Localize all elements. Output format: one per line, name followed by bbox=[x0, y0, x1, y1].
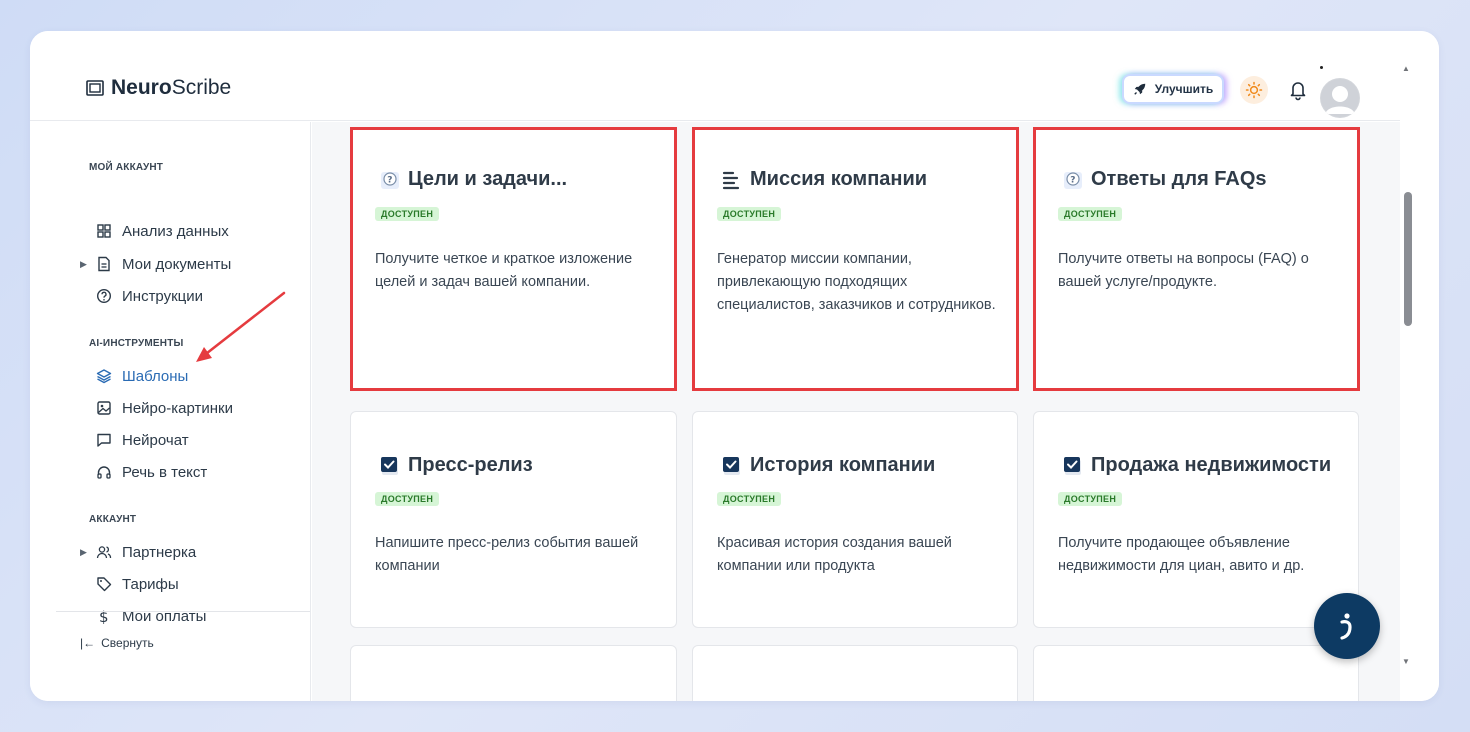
notification-dot bbox=[1320, 66, 1323, 69]
card-title: Ответы для FAQs bbox=[1091, 168, 1267, 190]
sidebar-item-label: Нейро-картинки bbox=[122, 399, 233, 417]
logo-icon bbox=[86, 80, 104, 96]
card-description: Получите четкое и краткое изложение целе… bbox=[375, 251, 633, 290]
grid-icon bbox=[97, 224, 111, 238]
section-my-account: МОЙ АККАУНТ bbox=[89, 162, 164, 173]
layers-icon bbox=[96, 369, 112, 384]
section-account: АККАУНТ bbox=[89, 514, 137, 525]
header: Neuro Scribe Улучшить bbox=[30, 31, 1400, 121]
scroll-down-icon[interactable]: ▼ bbox=[1402, 657, 1410, 666]
question-icon: ? bbox=[381, 171, 399, 189]
sidebar-item-label: Шаблоны bbox=[122, 367, 189, 385]
status-badge: ДОСТУПЕН bbox=[1058, 492, 1123, 506]
image-icon bbox=[97, 401, 111, 415]
card-description: Получите ответы на вопросы (FAQ) о вашей… bbox=[1058, 251, 1309, 290]
status-badge: ДОСТУПЕН bbox=[375, 492, 440, 506]
tag-icon bbox=[97, 577, 112, 592]
status-badge: ДОСТУПЕН bbox=[1058, 207, 1123, 221]
sidebar-item-label: Анализ данных bbox=[122, 222, 229, 240]
app-window: Neuro Scribe Улучшить МОЙ АККАУНТ Анализ… bbox=[30, 31, 1439, 701]
status-badge: ДОСТУПЕН bbox=[717, 492, 782, 506]
sidebar-item-instructions[interactable]: Инструкции bbox=[80, 285, 203, 307]
card-title: Миссия компании bbox=[750, 168, 928, 190]
scrollbar-track[interactable] bbox=[1400, 31, 1439, 701]
users-icon bbox=[96, 546, 112, 559]
template-card-mission[interactable]: Миссия компании ДОСТУПЕН Генератор мисси… bbox=[692, 127, 1019, 391]
template-card-company-history[interactable]: История компании ДОСТУПЕН Красивая истор… bbox=[692, 411, 1018, 628]
chevron-right-icon: ▶ bbox=[80, 258, 87, 269]
chat-icon bbox=[97, 433, 111, 447]
svg-text:?: ? bbox=[387, 175, 392, 185]
card-description: Генератор миссии компании, привлекающую … bbox=[717, 251, 996, 313]
collapse-arrow-icon: |← bbox=[80, 636, 96, 650]
status-badge: ДОСТУПЕН bbox=[375, 207, 440, 221]
svg-text:?: ? bbox=[1070, 175, 1075, 185]
sidebar: МОЙ АККАУНТ Анализ данных ▶ Мои документ… bbox=[30, 122, 311, 701]
template-card-partial[interactable] bbox=[350, 645, 677, 701]
sidebar-item-label: Партнерка bbox=[122, 543, 197, 561]
sidebar-item-my-documents[interactable]: ▶ Мои документы bbox=[80, 253, 231, 275]
sidebar-item-neuro-images[interactable]: Нейро-картинки bbox=[80, 397, 233, 419]
help-icon bbox=[96, 288, 112, 304]
templates-grid: ? Цели и задачи... ДОСТУПЕН Получите чет… bbox=[312, 122, 1400, 701]
template-card-faq[interactable]: ? Ответы для FAQs ДОСТУПЕН Получите отве… bbox=[1033, 127, 1360, 391]
theme-toggle[interactable] bbox=[1240, 76, 1268, 104]
collapse-label: Свернуть bbox=[101, 636, 154, 650]
collapse-button[interactable]: |← Свернуть bbox=[80, 636, 154, 650]
section-ai-tools: AI-ИНСТРУМЕНТЫ bbox=[89, 338, 184, 349]
user-avatar-icon bbox=[1321, 79, 1359, 117]
card-title: Цели и задачи... bbox=[408, 168, 568, 190]
chevron-right-icon: ▶ bbox=[80, 546, 87, 557]
card-description: Получите продающее объявление недвижимос… bbox=[1058, 535, 1305, 574]
scrollbar-thumb[interactable] bbox=[1404, 192, 1412, 326]
sidebar-item-tariffs[interactable]: Тарифы bbox=[80, 573, 179, 595]
sidebar-item-label: Тарифы bbox=[122, 575, 179, 593]
headphones-icon bbox=[97, 466, 111, 479]
logo-text-bold: Neuro bbox=[111, 76, 172, 99]
card-description: Напишите пресс-релиз события вашей компа… bbox=[375, 535, 639, 574]
template-card-goals[interactable]: ? Цели и задачи... ДОСТУПЕН Получите чет… bbox=[350, 127, 677, 391]
card-title: Продажа недвижимости bbox=[1091, 454, 1332, 476]
sidebar-item-label: Мои документы bbox=[122, 255, 232, 273]
template-card-partial[interactable] bbox=[692, 645, 1018, 701]
rocket-icon bbox=[1134, 83, 1146, 95]
upgrade-label: Улучшить bbox=[1154, 82, 1214, 96]
sidebar-item-speech-to-text[interactable]: Речь в текст bbox=[80, 461, 207, 483]
template-card-press-release[interactable]: Пресс-релиз ДОСТУПЕН Напишите пресс-рели… bbox=[350, 411, 677, 628]
sidebar-item-label: Речь в текст bbox=[122, 463, 208, 481]
upgrade-button[interactable]: Улучшить bbox=[1122, 74, 1224, 104]
bell-icon[interactable] bbox=[1288, 79, 1308, 101]
sidebar-bottom-divider bbox=[56, 611, 310, 612]
sidebar-item-label: Нейрочат bbox=[122, 431, 189, 449]
status-badge: ДОСТУПЕН bbox=[717, 207, 782, 221]
sidebar-item-partners[interactable]: ▶ Партнерка bbox=[80, 541, 196, 563]
sidebar-item-neurochat[interactable]: Нейрочат bbox=[80, 429, 189, 451]
card-title: Пресс-релиз bbox=[408, 454, 533, 476]
sun-icon bbox=[1245, 81, 1263, 99]
card-description: Красивая история создания вашей компании… bbox=[717, 535, 952, 574]
avatar[interactable] bbox=[1320, 78, 1360, 118]
annotation-arrow-icon bbox=[196, 291, 286, 362]
sidebar-item-data-analysis[interactable]: Анализ данных bbox=[80, 220, 229, 242]
sidebar-item-my-payments[interactable]: $ Мои оплаты bbox=[80, 605, 206, 627]
sidebar-item-templates[interactable]: Шаблоны bbox=[80, 365, 188, 387]
logo-text-light: Scribe bbox=[171, 76, 232, 99]
check-icon bbox=[381, 456, 398, 475]
document-icon bbox=[98, 256, 110, 272]
chat-logo-icon bbox=[1340, 613, 1352, 640]
question-icon: ? bbox=[1064, 171, 1082, 189]
scroll-up-icon[interactable]: ▲ bbox=[1402, 64, 1410, 73]
template-card-partial[interactable] bbox=[1033, 645, 1359, 701]
card-title: История компании bbox=[750, 454, 936, 476]
support-chat-button[interactable] bbox=[1314, 593, 1380, 659]
check-icon bbox=[1064, 456, 1081, 475]
logo[interactable]: Neuro Scribe bbox=[85, 76, 231, 100]
lines-icon bbox=[722, 171, 740, 189]
check-icon bbox=[723, 456, 740, 475]
template-card-real-estate[interactable]: Продажа недвижимости ДОСТУПЕН Получите п… bbox=[1033, 411, 1359, 628]
